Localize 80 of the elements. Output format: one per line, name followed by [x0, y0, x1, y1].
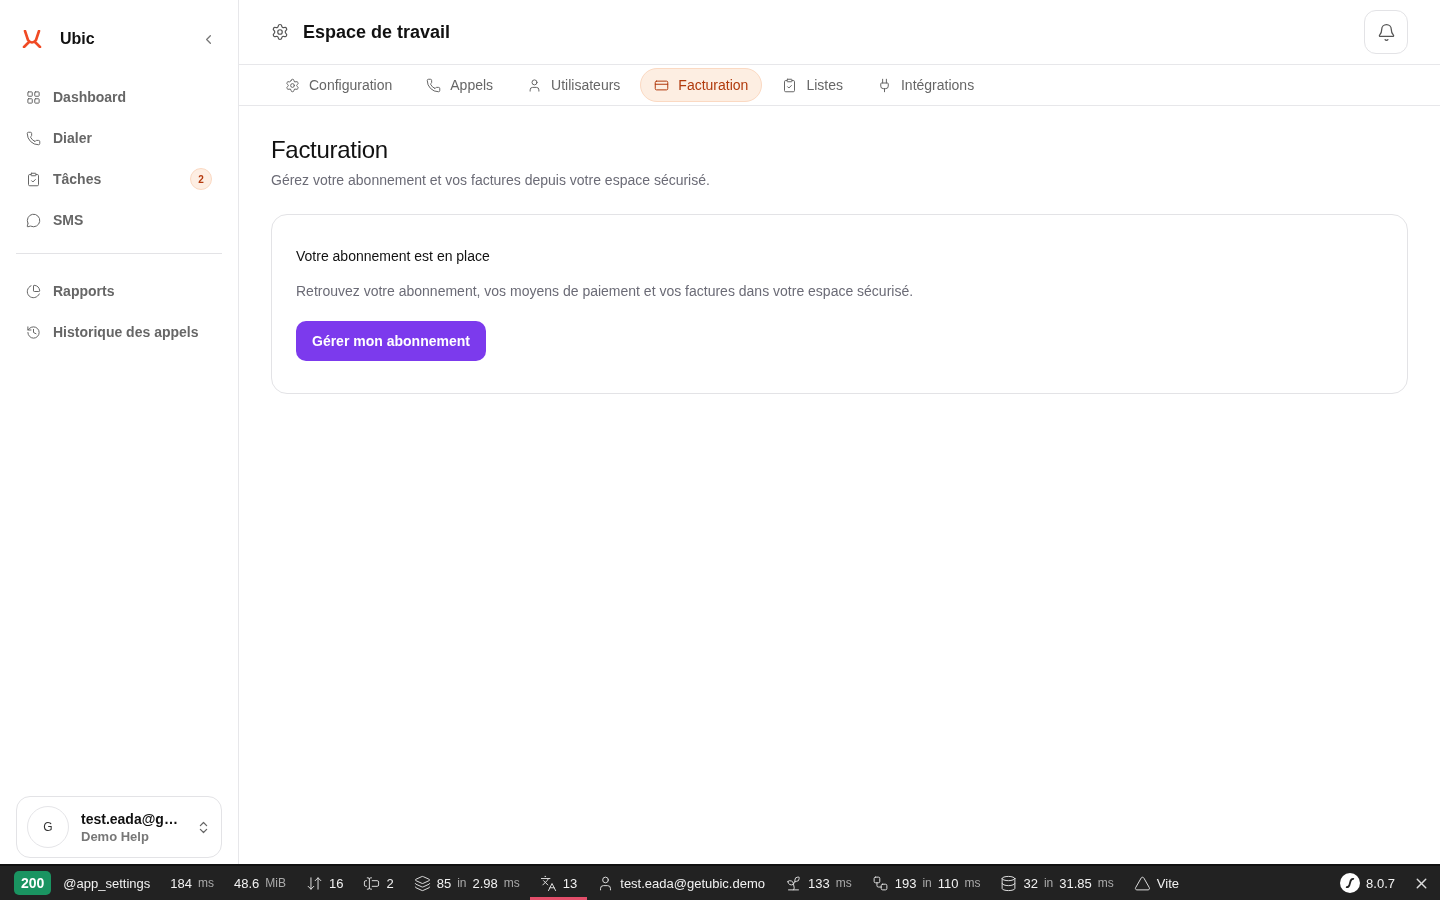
status-code: 200: [14, 871, 52, 895]
toolbar-text: 31.85: [1059, 875, 1092, 891]
history-icon: [26, 324, 41, 340]
toolbar-text: MiB: [265, 876, 286, 890]
clipboard-icon: [782, 77, 798, 93]
nav-item[interactable]: Tâches 2: [16, 160, 222, 198]
database-icon: [1000, 874, 1018, 892]
page-header-title: Espace de travail: [303, 21, 452, 43]
nav-label: Rapports: [53, 283, 116, 299]
toolbar-text: 32: [1023, 875, 1038, 891]
toolbar-text: in: [457, 876, 467, 890]
triangle-icon: [1133, 874, 1151, 892]
notifications-button[interactable]: [1364, 10, 1408, 54]
card-text: Retrouvez votre abonnement, vos moyens de paiement et vos factures dans votre espace sécurisé.: [296, 283, 914, 299]
nav-item[interactable]: Rapports: [16, 272, 222, 310]
phone-icon: [26, 130, 41, 146]
manage-subscription-button[interactable]: Gérer mon abonnement: [296, 321, 486, 361]
user-name: test.eada@g…: [81, 810, 179, 827]
nav-item[interactable]: Dashboard: [16, 78, 222, 116]
pie-chart-icon: [26, 283, 41, 299]
nav-label: Dashboard: [53, 89, 128, 105]
toolbar-text: 16: [328, 875, 344, 891]
tab[interactable]: Appels: [412, 68, 508, 102]
chat-icon: [26, 212, 41, 228]
toolbar-text: ms: [198, 876, 214, 890]
workflow-icon: [871, 874, 889, 892]
toolbar-text: 184: [170, 875, 192, 891]
toolbar-text: 48.6: [234, 875, 260, 891]
sprout-icon: [785, 874, 802, 892]
organization-name: Demo Help: [81, 828, 150, 844]
nav-label: Historique des appels: [53, 324, 200, 340]
phone-icon: [426, 77, 442, 93]
toolbar-text: 110: [937, 875, 959, 891]
page-subtitle: Gérez votre abonnement et vos factures depuis votre espace sécurisé.: [271, 172, 711, 188]
clipboard-icon: [26, 171, 41, 187]
settings-icon: [285, 77, 300, 93]
nav-label: Dialer: [53, 130, 93, 146]
toolbar-text: 193: [894, 875, 917, 891]
arrows-icon: [305, 874, 323, 892]
toolbar-text: 85: [436, 875, 452, 891]
toolbar-panel[interactable]: 13: [529, 866, 588, 900]
nav-label: Tâches: [53, 171, 103, 187]
toolbar-text: test.eada@getubic.demo: [620, 875, 765, 891]
settings-icon: [271, 23, 289, 41]
tab[interactable]: Facturation: [640, 68, 763, 102]
tab[interactable]: Configuration: [271, 68, 407, 102]
translate-icon: [539, 874, 557, 892]
logo-icon: [1340, 873, 1361, 893]
nav-item[interactable]: SMS: [16, 201, 222, 239]
user-icon: [527, 77, 543, 93]
toolbar-text: 13: [562, 875, 578, 891]
brand-name: Ubic: [60, 30, 96, 48]
toolbar-text: 2: [386, 875, 394, 891]
toolbar-text: in: [1043, 876, 1054, 890]
toolbar-text: ms: [835, 876, 852, 890]
toolbar-text: ms: [1097, 876, 1114, 890]
page-title: Facturation: [271, 136, 389, 164]
version-text: 8.0.7: [1366, 875, 1395, 891]
user-card[interactable]: G test.eada@g… Demo Help: [16, 796, 222, 858]
layers-icon: [413, 874, 431, 892]
nav-label: SMS: [53, 212, 85, 228]
card-title: Votre abonnement est en place: [296, 248, 490, 264]
toolbar-text: Vite: [1156, 875, 1179, 891]
toolbar-text: 2.98: [472, 875, 498, 891]
toolbar-text: in: [922, 876, 932, 890]
tab[interactable]: Intégrations: [862, 68, 989, 102]
grid-icon: [26, 89, 41, 105]
bell-icon: [1376, 22, 1396, 42]
nav-item[interactable]: Historique des appels: [16, 313, 222, 351]
toolbar-text: @app_settings: [63, 875, 151, 891]
logo-icon: [22, 30, 42, 48]
credit-card-icon: [654, 77, 670, 93]
toolbar-text: ms: [503, 876, 520, 890]
tab[interactable]: Listes: [768, 68, 857, 102]
text-cursor-icon: [363, 874, 381, 892]
count-badge: 2: [190, 168, 212, 190]
toolbar-text: ms: [964, 876, 981, 890]
nav-item[interactable]: Dialer: [16, 119, 222, 157]
toolbar-text: 133: [808, 875, 830, 891]
tab[interactable]: Utilisateurs: [513, 68, 635, 102]
